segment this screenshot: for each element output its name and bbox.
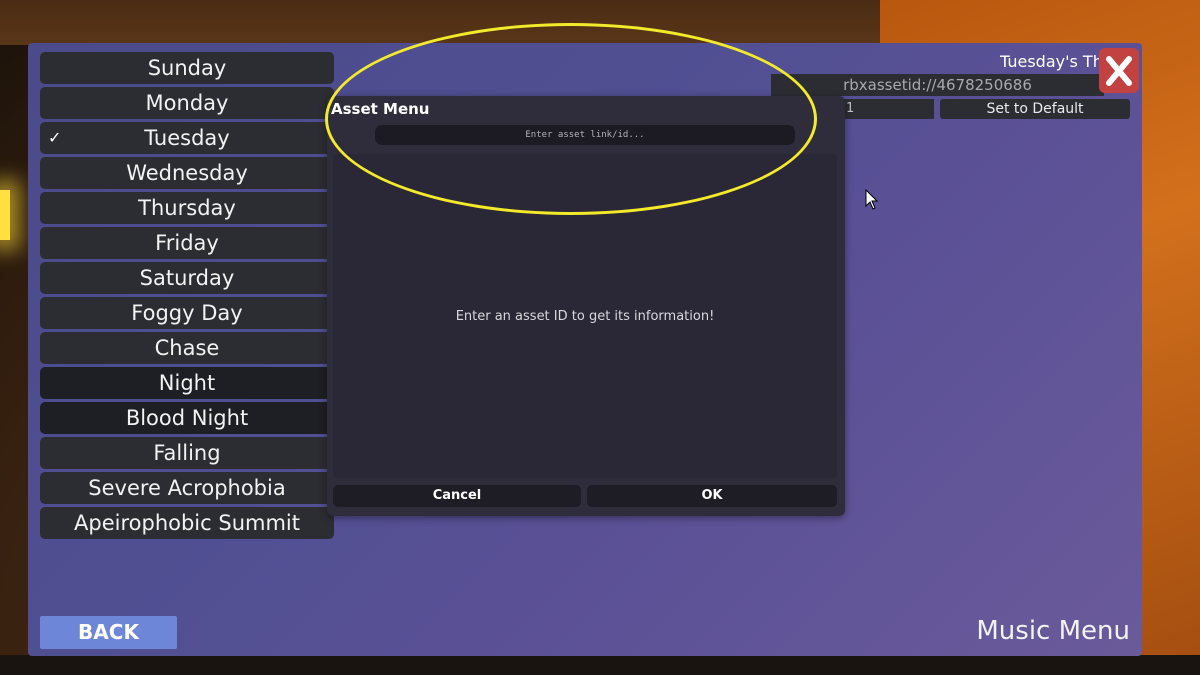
back-button[interactable]: BACK xyxy=(40,616,177,649)
sidebar-item-severe-acrophobia[interactable]: Severe Acrophobia xyxy=(40,472,334,504)
sidebar-item-thursday[interactable]: Thursday xyxy=(40,192,334,224)
sidebar-item-label: Chase xyxy=(154,336,220,360)
music-sidebar: Sunday Monday ✓ Tuesday Wednesday Thursda… xyxy=(40,52,334,539)
background-bottom xyxy=(0,655,1200,675)
sidebar-item-label: Falling xyxy=(153,441,221,465)
highlight-annotation xyxy=(325,23,817,215)
sidebar-item-label: Wednesday xyxy=(126,161,248,185)
page-title: Music Menu xyxy=(976,616,1130,646)
sidebar-item-label: Apeirophobic Summit xyxy=(74,511,300,535)
set-to-default-button[interactable]: Set to Default xyxy=(940,99,1130,119)
mouse-cursor-icon xyxy=(865,189,879,210)
sidebar-item-night[interactable]: Night xyxy=(40,367,334,399)
sidebar-item-label: Night xyxy=(158,371,216,395)
sidebar-item-label: Tuesday xyxy=(144,126,230,150)
sidebar-item-saturday[interactable]: Saturday xyxy=(40,262,334,294)
sidebar-item-friday[interactable]: Friday xyxy=(40,227,334,259)
sidebar-item-sunday[interactable]: Sunday xyxy=(40,52,334,84)
sidebar-item-foggy-day[interactable]: Foggy Day xyxy=(40,297,334,329)
dialog-message: Enter an asset ID to get its information… xyxy=(455,308,715,324)
asset-id-field[interactable]: rbxassetid://4678250686 xyxy=(771,74,1104,96)
sidebar-item-label: Friday xyxy=(155,231,219,255)
sidebar-item-label: Sunday xyxy=(147,56,227,80)
sidebar-item-label: Monday xyxy=(145,91,229,115)
song-title: Tuesday's Th xyxy=(1000,52,1103,71)
sidebar-item-apeirophobic-summit[interactable]: Apeirophobic Summit xyxy=(40,507,334,539)
sidebar-item-monday[interactable]: Monday xyxy=(40,87,334,119)
sidebar-item-label: Foggy Day xyxy=(131,301,243,325)
ok-button[interactable]: OK xyxy=(587,485,837,507)
sidebar-item-label: Saturday xyxy=(139,266,235,290)
close-icon xyxy=(1106,55,1132,86)
sidebar-item-label: Severe Acrophobia xyxy=(88,476,286,500)
sidebar-item-falling[interactable]: Falling xyxy=(40,437,334,469)
background-lamp xyxy=(0,190,10,240)
sidebar-item-label: Thursday xyxy=(138,196,236,220)
sidebar-item-chase[interactable]: Chase xyxy=(40,332,334,364)
sidebar-item-tuesday[interactable]: ✓ Tuesday xyxy=(40,122,334,154)
sidebar-item-blood-night[interactable]: Blood Night xyxy=(40,402,334,434)
sidebar-item-label: Blood Night xyxy=(125,406,249,430)
cancel-button[interactable]: Cancel xyxy=(333,485,581,507)
close-button[interactable] xyxy=(1099,48,1139,93)
volume-field[interactable]: 1 xyxy=(840,99,934,119)
sidebar-item-wednesday[interactable]: Wednesday xyxy=(40,157,334,189)
check-icon: ✓ xyxy=(48,128,62,147)
